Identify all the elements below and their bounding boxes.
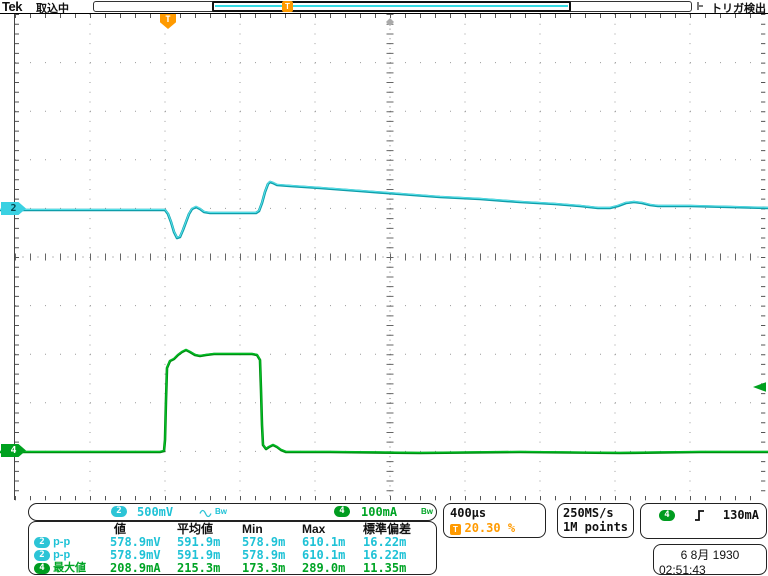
sample-rate: 250MS/s [563, 506, 633, 520]
record-view-trace [215, 5, 568, 7]
meas-value: 208.9mA [110, 562, 177, 575]
date-text: 6 8月 1930 [654, 546, 766, 563]
time-text: 02:51:43 [654, 563, 766, 576]
ch2-ac-coupling-icon [199, 509, 212, 518]
waveform-display [0, 0, 768, 576]
ch2-scale: 500mV [137, 505, 173, 519]
measurement-table: 値 平均値 Min Max 標準偏差 2 p-p 578.9mV 591.9m … [28, 521, 437, 575]
datetime-box: 6 8月 1930 02:51:43 [653, 544, 767, 575]
trigger-source-badge: 4 [659, 510, 675, 521]
trigger-position: 20.30 % [464, 521, 515, 535]
ch4-badge: 4 [334, 506, 350, 517]
record-view-trigger-icon: T [282, 1, 293, 12]
meas-row-label: 2 p-p [34, 536, 110, 549]
oscilloscope-screen: Tek 取込中 T トリガ検出 T 2 4 2 500mV Bw 4 100mA… [0, 0, 768, 576]
meas-min: 173.3m [242, 562, 302, 575]
top-status-bar: Tek 取込中 T トリガ検出 [0, 0, 768, 14]
ch4-bandwidth-icon: Bw [421, 507, 433, 516]
record-view-window [212, 1, 571, 12]
ch2-badge: 2 [111, 506, 127, 517]
trigger-t-badge: T [450, 524, 461, 535]
tek-logo: Tek [2, 0, 22, 14]
acquisition-box: 250MS/s 1M points [557, 503, 634, 538]
channel-scale-bar: 2 500mV Bw 4 100mA Bw [28, 503, 437, 521]
horizontal-settings-box: 400µs T 20.30 % [443, 503, 546, 538]
meas-max: 289.0m [302, 562, 363, 575]
meas-mean: 215.3m [177, 562, 242, 575]
record-view-end-icon [697, 2, 699, 10]
meas-row-label: 2 p-p [34, 549, 110, 562]
trigger-level: 130mA [723, 508, 759, 522]
ch2-bandwidth-icon: Bw [215, 507, 227, 516]
rising-edge-icon [693, 508, 707, 523]
meas-std: 11.35m [363, 562, 437, 575]
ch4-scale: 100mA [361, 505, 397, 519]
meas-row-label: 4 最大値 [34, 562, 110, 575]
time-per-div: 400µs [450, 506, 545, 520]
record-length: 1M points [563, 520, 633, 534]
trigger-settings-box: 4 130mA [640, 503, 767, 539]
trigger-status: トリガ検出 [711, 0, 766, 16]
record-view-bar: T [93, 1, 692, 12]
acquisition-status: 取込中 [36, 0, 69, 16]
